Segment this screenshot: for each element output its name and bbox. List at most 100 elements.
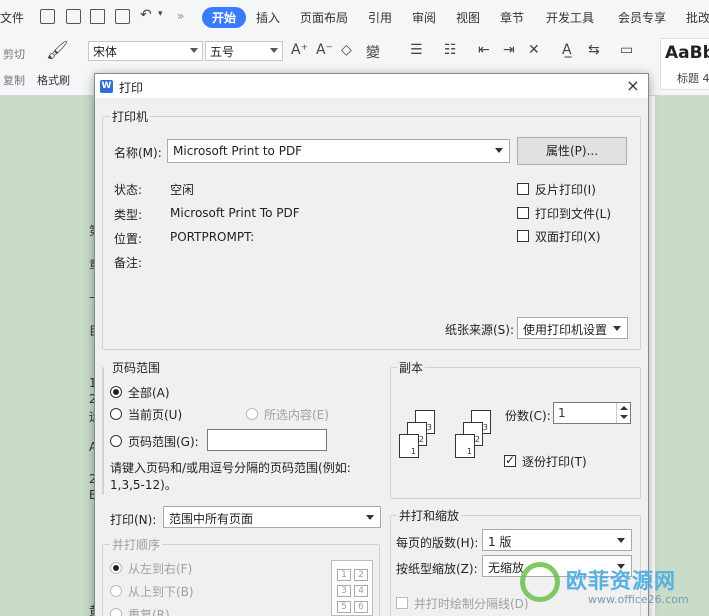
numbered-list-icon[interactable]: ☷ xyxy=(444,42,457,58)
print-preview-icon[interactable] xyxy=(115,9,130,24)
location-value: PORTPROMPT: xyxy=(170,230,255,244)
duplex-checkbox[interactable] xyxy=(517,230,529,242)
print-order-legend: 并打顺序 xyxy=(110,536,163,553)
show-marks-icon[interactable]: ▭ xyxy=(620,42,633,58)
order-ttb-label[interactable]: 从上到下(B) xyxy=(128,583,194,600)
order-ttb-radio[interactable] xyxy=(110,585,122,597)
scale-label: 按纸型缩放(Z): xyxy=(396,562,478,576)
order-cell: 5 xyxy=(337,601,351,613)
tab-comment[interactable]: 批改 xyxy=(686,9,709,26)
close-button[interactable]: × xyxy=(622,76,644,96)
format-painter-button[interactable]: 格式刷 xyxy=(37,72,70,88)
format-painter-icon[interactable]: 🖌 xyxy=(46,40,69,61)
range-selection-label[interactable]: 所选内容(E) xyxy=(264,406,329,423)
properties-button[interactable]: 属性(P)... xyxy=(517,137,627,165)
range-all-label[interactable]: 全部(A) xyxy=(128,384,170,401)
order-preview: 1 2 3 4 5 6 xyxy=(331,560,373,616)
font-size-select[interactable]: 五号 xyxy=(205,41,283,61)
order-cell: 1 xyxy=(337,569,351,581)
range-pages-label[interactable]: 页码范围(G): xyxy=(128,433,199,450)
type-value: Microsoft Print To PDF xyxy=(170,206,300,220)
chevron-down-icon xyxy=(270,48,278,53)
printer-name-select[interactable]: Microsoft Print to PDF xyxy=(167,139,510,163)
reverse-print-label[interactable]: 反片打印(I) xyxy=(535,181,596,198)
status-label: 状态: xyxy=(114,183,143,197)
range-current-radio[interactable] xyxy=(110,408,122,420)
order-cell: 4 xyxy=(354,585,368,597)
page-range-group xyxy=(102,367,104,495)
collate-checkbox[interactable] xyxy=(504,453,516,467)
collate-illustration: 3 2 1 xyxy=(453,410,498,466)
chevron-down-icon xyxy=(495,148,503,153)
watermark-name: 欧菲资源网 xyxy=(566,569,676,593)
copies-legend: 副本 xyxy=(397,359,426,376)
spinner-icon[interactable] xyxy=(616,403,630,423)
range-all-radio[interactable] xyxy=(110,386,122,398)
dialog-titlebar[interactable]: W 打印 × xyxy=(95,74,648,98)
tab-reference[interactable]: 引用 xyxy=(368,9,392,26)
print-icon[interactable] xyxy=(90,9,105,24)
range-current-label[interactable]: 当前页(U) xyxy=(128,406,182,423)
tab-member[interactable]: 会员专享 xyxy=(618,9,666,26)
increase-indent-icon[interactable]: ⇥ xyxy=(503,42,515,58)
draw-lines-checkbox[interactable] xyxy=(396,597,408,609)
export-pdf-icon[interactable] xyxy=(66,9,81,24)
range-selection-radio[interactable] xyxy=(246,408,258,420)
printer-legend: 打印机 xyxy=(110,108,151,125)
pages-per-sheet-select[interactable]: 1 版 xyxy=(482,529,632,551)
chevron-down-icon xyxy=(613,326,621,331)
print-what-select[interactable]: 范围中所有页面 xyxy=(163,506,381,528)
style-gallery[interactable]: AaBb 标题 4 xyxy=(660,38,709,90)
location-label: 位置: xyxy=(114,232,143,246)
tab-view[interactable]: 视图 xyxy=(456,9,480,26)
dialog-title: 打印 xyxy=(119,81,144,95)
collate-label[interactable]: 逐份打印(T) xyxy=(522,453,587,470)
save-icon[interactable] xyxy=(40,9,55,24)
duplex-label[interactable]: 双面打印(X) xyxy=(535,228,601,245)
order-repeat-radio[interactable] xyxy=(110,608,122,616)
tab-start[interactable]: 开始 xyxy=(202,7,247,28)
copies-count-input[interactable]: 1 xyxy=(553,402,631,424)
decrease-indent-icon[interactable]: ⇤ xyxy=(478,42,490,58)
order-ltr-label[interactable]: 从左到右(F) xyxy=(128,560,192,577)
draw-lines-label[interactable]: 并打时绘制分隔线(D) xyxy=(414,595,529,612)
page-range-input[interactable] xyxy=(207,429,327,451)
order-repeat-label[interactable]: 重复(R) xyxy=(128,606,170,616)
order-ltr-radio[interactable] xyxy=(110,562,122,574)
sort-icon[interactable]: ⇆ xyxy=(588,42,600,58)
tab-chapter[interactable]: 章节 xyxy=(500,9,524,26)
phonetic-icon[interactable]: 變 xyxy=(366,42,380,62)
reverse-print-checkbox[interactable] xyxy=(517,183,529,195)
font-family-select[interactable]: 宋体 xyxy=(88,41,203,61)
clear-format-icon[interactable]: ◇ xyxy=(341,42,352,58)
copy-button[interactable]: 复制 xyxy=(3,72,25,88)
order-cell: 2 xyxy=(354,569,368,581)
undo-dropdown-icon[interactable]: ▾ xyxy=(158,9,163,19)
menu-file[interactable]: 文件 xyxy=(0,9,24,26)
range-pages-radio[interactable] xyxy=(110,435,122,447)
paper-source-select[interactable]: 使用打印机设置 xyxy=(517,317,628,339)
grow-font-icon[interactable]: A⁺ xyxy=(291,42,308,58)
text-direction-icon[interactable]: А̲ xyxy=(562,42,572,58)
tab-developer[interactable]: 开发工具 xyxy=(546,9,594,26)
chinese-layout-icon[interactable]: ✕ xyxy=(528,42,540,58)
pages-per-sheet-label: 每页的版数(H): xyxy=(396,536,479,550)
tab-page-layout[interactable]: 页面布局 xyxy=(300,9,348,26)
more-quick-icon[interactable]: » xyxy=(177,9,184,23)
type-label: 类型: xyxy=(114,208,143,222)
status-value: 空闲 xyxy=(170,183,195,197)
print-to-file-label[interactable]: 打印到文件(L) xyxy=(535,205,611,222)
page-range-hint-2: 1,3,5-12)。 xyxy=(110,478,177,492)
undo-icon[interactable]: ↶ xyxy=(140,7,152,23)
order-cell: 6 xyxy=(354,601,368,613)
comment-label: 备注: xyxy=(114,256,143,270)
chevron-down-icon xyxy=(190,48,198,53)
style-label: 标题 4 xyxy=(677,72,709,85)
tab-insert[interactable]: 插入 xyxy=(256,9,280,26)
bullet-list-icon[interactable]: ☰ xyxy=(410,42,423,58)
print-to-file-checkbox[interactable] xyxy=(517,207,529,219)
cut-button[interactable]: 剪切 xyxy=(3,46,25,62)
tab-review[interactable]: 审阅 xyxy=(412,9,436,26)
shrink-font-icon[interactable]: A⁻ xyxy=(316,42,333,58)
style-preview: AaBb xyxy=(665,43,709,63)
